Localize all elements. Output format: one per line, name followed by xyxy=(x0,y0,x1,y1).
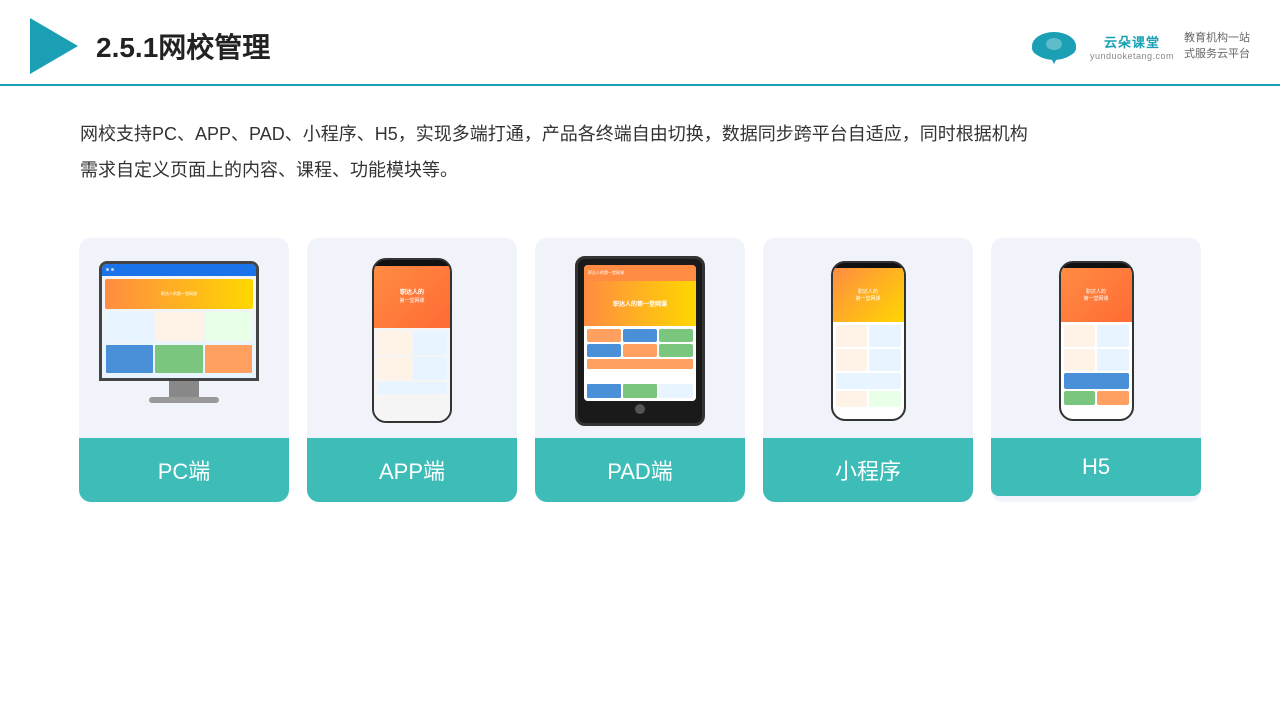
miniprogram-phone-icon: 职达人的第一堂网课 xyxy=(831,261,906,421)
card-pc-label: PC端 xyxy=(79,438,289,502)
pad-tablet-icon: 职达人的第一堂网课 职达人的第一堂网课 xyxy=(575,256,705,426)
card-app-label: APP端 xyxy=(307,438,517,502)
header-right: 云朵课堂 yunduoketang.com 教育机构一站 式服务云平台 xyxy=(1028,26,1250,66)
logo-triangle-icon xyxy=(30,18,78,74)
card-app: 职达人的 第一堂网课 APP端 xyxy=(307,238,517,502)
card-pad: 职达人的第一堂网课 职达人的第一堂网课 xyxy=(535,238,745,502)
header-left: 2.5.1网校管理 xyxy=(30,18,270,74)
card-miniprogram-image: 职达人的第一堂网课 xyxy=(763,238,973,438)
brand-slogan-line2: 式服务云平台 xyxy=(1184,46,1250,63)
card-miniprogram: 职达人的第一堂网课 小程序 xyxy=(763,238,973,502)
card-h5-image: 职达人的第一堂网课 xyxy=(991,238,1201,438)
page-title: 2.5.1网校管理 xyxy=(96,26,270,66)
card-h5: 职达人的第一堂网课 H5 xyxy=(991,238,1201,502)
card-pad-image: 职达人的第一堂网课 职达人的第一堂网课 xyxy=(535,238,745,438)
brand-pinyin: yunduoketang.com xyxy=(1090,51,1174,61)
brand-logo: 云朵课堂 yunduoketang.com xyxy=(1090,32,1174,61)
pc-monitor-icon: 职达人的第一堂网课 xyxy=(99,261,269,421)
description-paragraph: 网校支持PC、APP、PAD、小程序、H5，实现多端打通，产品各终端自由切换，数… xyxy=(80,116,1200,188)
brand-slogan-line1: 教育机构一站 xyxy=(1184,30,1250,47)
description-text: 网校支持PC、APP、PAD、小程序、H5，实现多端打通，产品各终端自由切换，数… xyxy=(0,86,1280,198)
app-phone-icon: 职达人的 第一堂网课 xyxy=(372,258,452,423)
card-pc-image: 职达人的第一堂网课 xyxy=(79,238,289,438)
cards-container: 职达人的第一堂网课 xyxy=(0,208,1280,532)
h5-phone-icon: 职达人的第一堂网课 xyxy=(1059,261,1134,421)
card-pad-label: PAD端 xyxy=(535,438,745,502)
card-app-image: 职达人的 第一堂网课 xyxy=(307,238,517,438)
card-pc: 职达人的第一堂网课 xyxy=(79,238,289,502)
brand-cloud-icon xyxy=(1028,26,1080,66)
card-miniprogram-label: 小程序 xyxy=(763,438,973,502)
card-h5-label: H5 xyxy=(991,438,1201,496)
brand-name: 云朵课堂 xyxy=(1104,32,1160,51)
brand-slogan: 教育机构一站 式服务云平台 xyxy=(1184,30,1250,63)
page-header: 2.5.1网校管理 云朵课堂 yunduoketang.com 教育机构一站 式… xyxy=(0,0,1280,86)
